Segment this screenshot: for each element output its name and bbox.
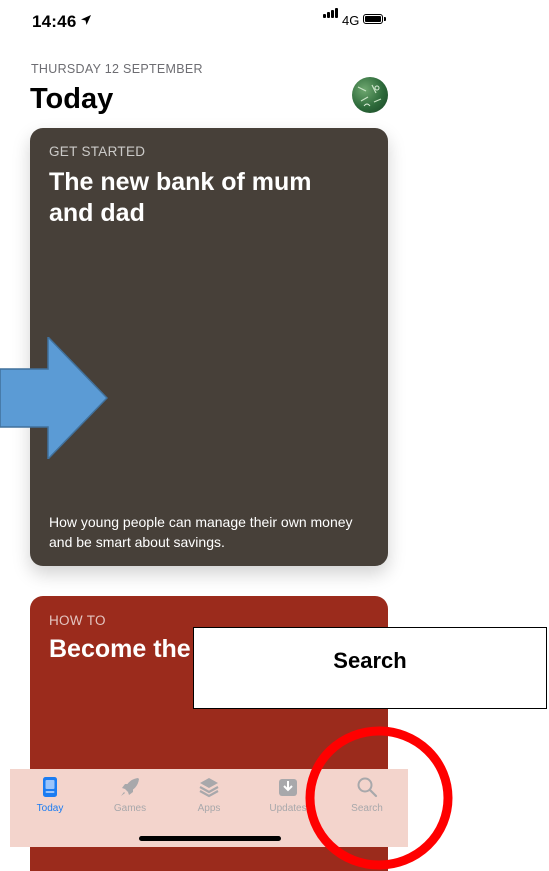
status-time: 14:46 [32, 12, 77, 31]
tab-label: Games [113, 803, 147, 814]
rocket-icon [121, 778, 139, 796]
card-eyebrow: HOW TO [49, 613, 106, 628]
tab-label: Today [36, 803, 64, 814]
date-label: THURSDAY 12 SEPTEMBER [31, 62, 203, 76]
download-icon [279, 779, 297, 796]
card-description: How young people can manage their own mo… [49, 514, 353, 550]
page-title: Today [30, 83, 114, 115]
tab-games[interactable]: Games [100, 775, 160, 823]
network-type: 4G [342, 13, 360, 28]
annotation-circle-icon [305, 726, 453, 870]
today-icon [43, 777, 57, 797]
callout-label: Search [333, 648, 407, 673]
annotation-callout: Search [193, 627, 547, 709]
status-bar: 14:46 4G [0, 0, 408, 40]
tab-label: Apps [197, 803, 221, 814]
layers-icon [199, 778, 219, 798]
card-title: The new bank of mum and dad [49, 168, 312, 227]
annotation-arrow-icon [0, 337, 108, 459]
battery-icon [363, 14, 386, 24]
card-eyebrow: GET STARTED [49, 144, 146, 159]
avatar[interactable] [352, 77, 388, 113]
location-arrow-icon [81, 15, 91, 25]
home-indicator [139, 836, 281, 841]
tab-apps[interactable]: Apps [179, 775, 239, 823]
tab-today[interactable]: Today [20, 775, 80, 823]
